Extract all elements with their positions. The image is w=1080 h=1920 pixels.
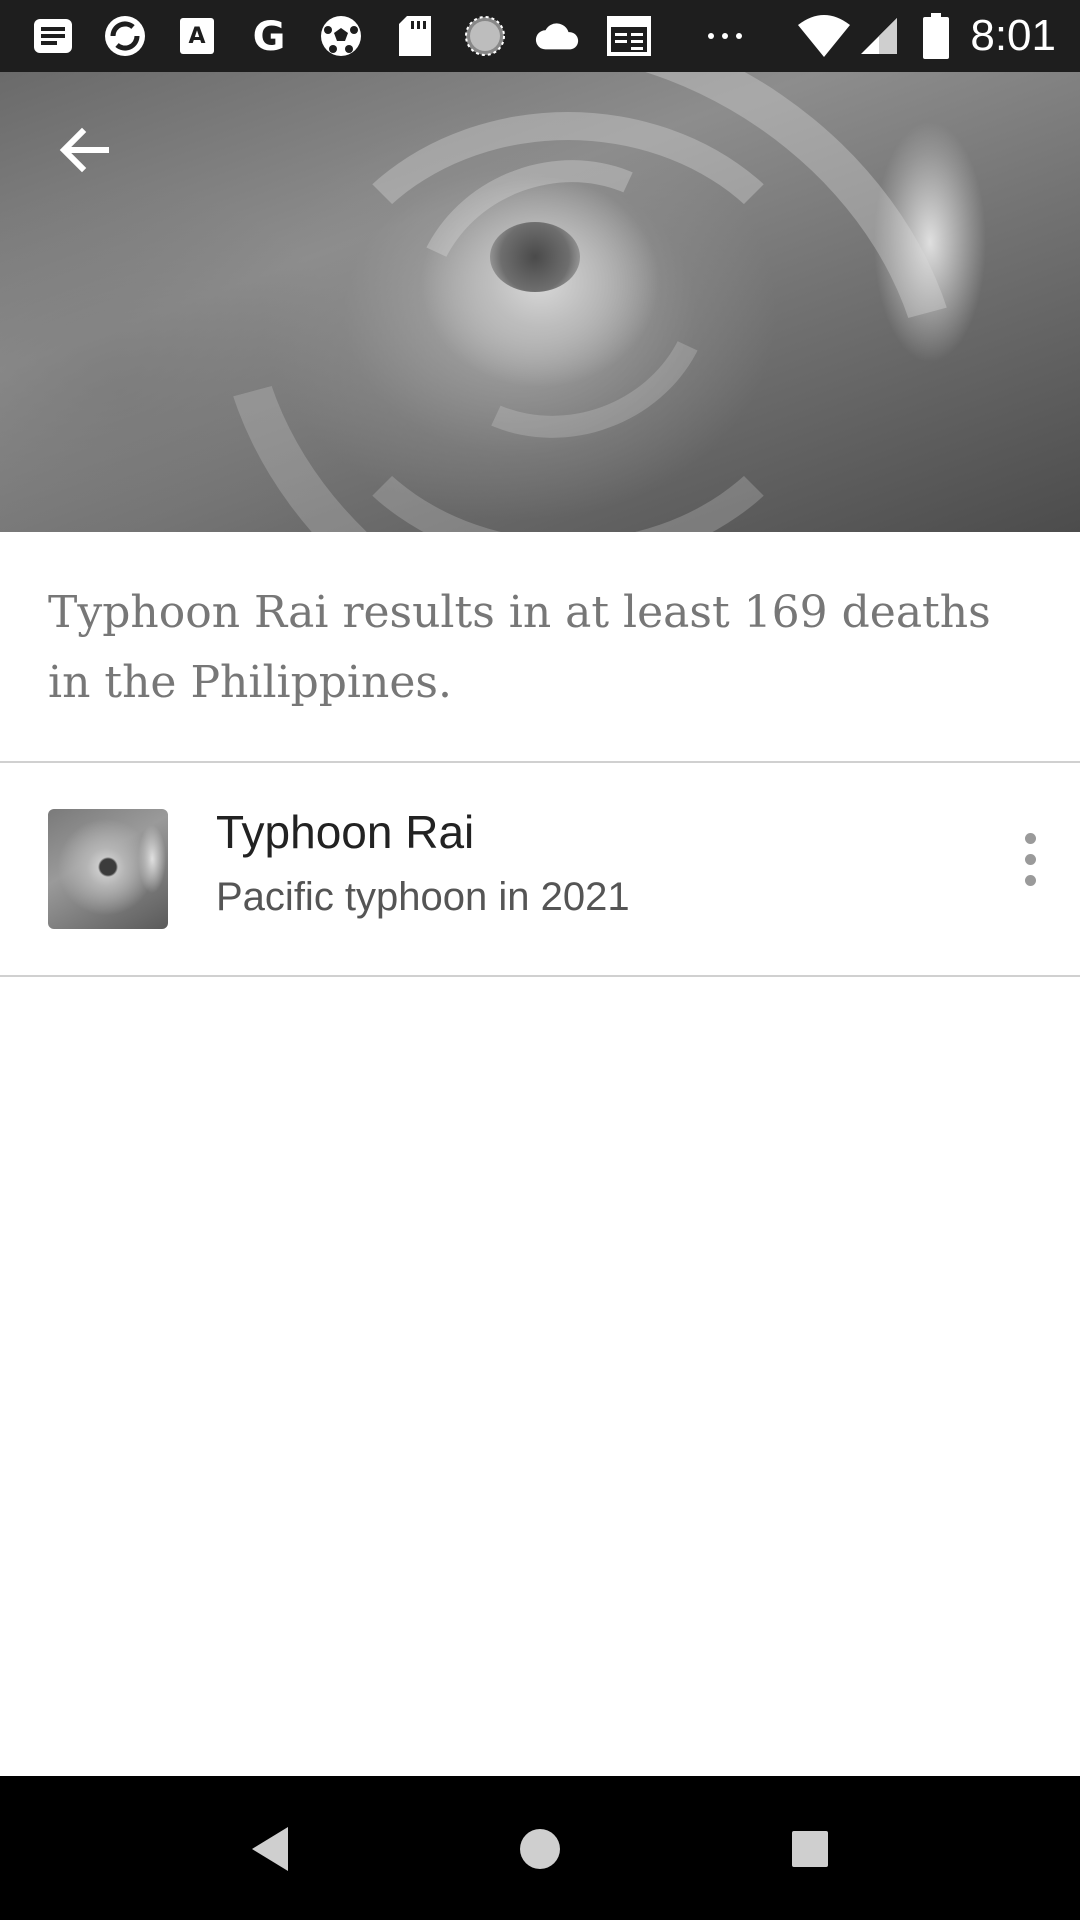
status-bar: A G 8:01 [0,0,1080,72]
hero-satellite-image [0,72,1080,532]
news-icon [606,14,652,58]
wifi-icon [796,14,852,58]
back-button[interactable] [44,112,124,192]
cloud-icon [534,14,580,58]
divider-top [0,761,1080,763]
nav-home-button[interactable] [495,1806,585,1896]
google-icon: G [246,14,292,58]
soccer-ball-icon [318,14,364,58]
translate-icon: A [174,14,220,58]
svg-text:G: G [253,14,286,58]
notes-icon [30,14,76,58]
headline-text: Typhoon Rai results in at least 169 deat… [48,587,991,708]
sd-card-icon [392,14,438,58]
article-title: Typhoon Rai [216,806,475,858]
cellular-signal-icon [856,14,902,58]
home-nav-icon [518,1827,562,1876]
battery-icon [914,13,958,59]
arrow-back-icon [56,122,112,183]
sync-icon [102,14,148,58]
recents-nav-icon [790,1829,830,1874]
article-subtitle: Pacific typhoon in 2021 [216,875,630,919]
back-nav-icon [248,1825,292,1878]
related-article-item[interactable]: Typhoon Rai Pacific typhoon in 2021 [0,764,1080,976]
status-time: 8:01 [970,11,1056,60]
divider-bottom [0,975,1080,977]
page: A G 8:01 Typhoon Rai results in at least… [0,0,1080,1920]
nav-back-button[interactable] [225,1806,315,1896]
svg-text:A: A [188,24,205,49]
article-thumbnail [48,809,168,929]
more-vert-icon[interactable] [1000,814,1060,904]
loading-icon [462,14,508,58]
nav-recents-button[interactable] [765,1806,855,1896]
navigation-bar [0,1776,1080,1920]
more-notifications-icon [702,14,748,58]
